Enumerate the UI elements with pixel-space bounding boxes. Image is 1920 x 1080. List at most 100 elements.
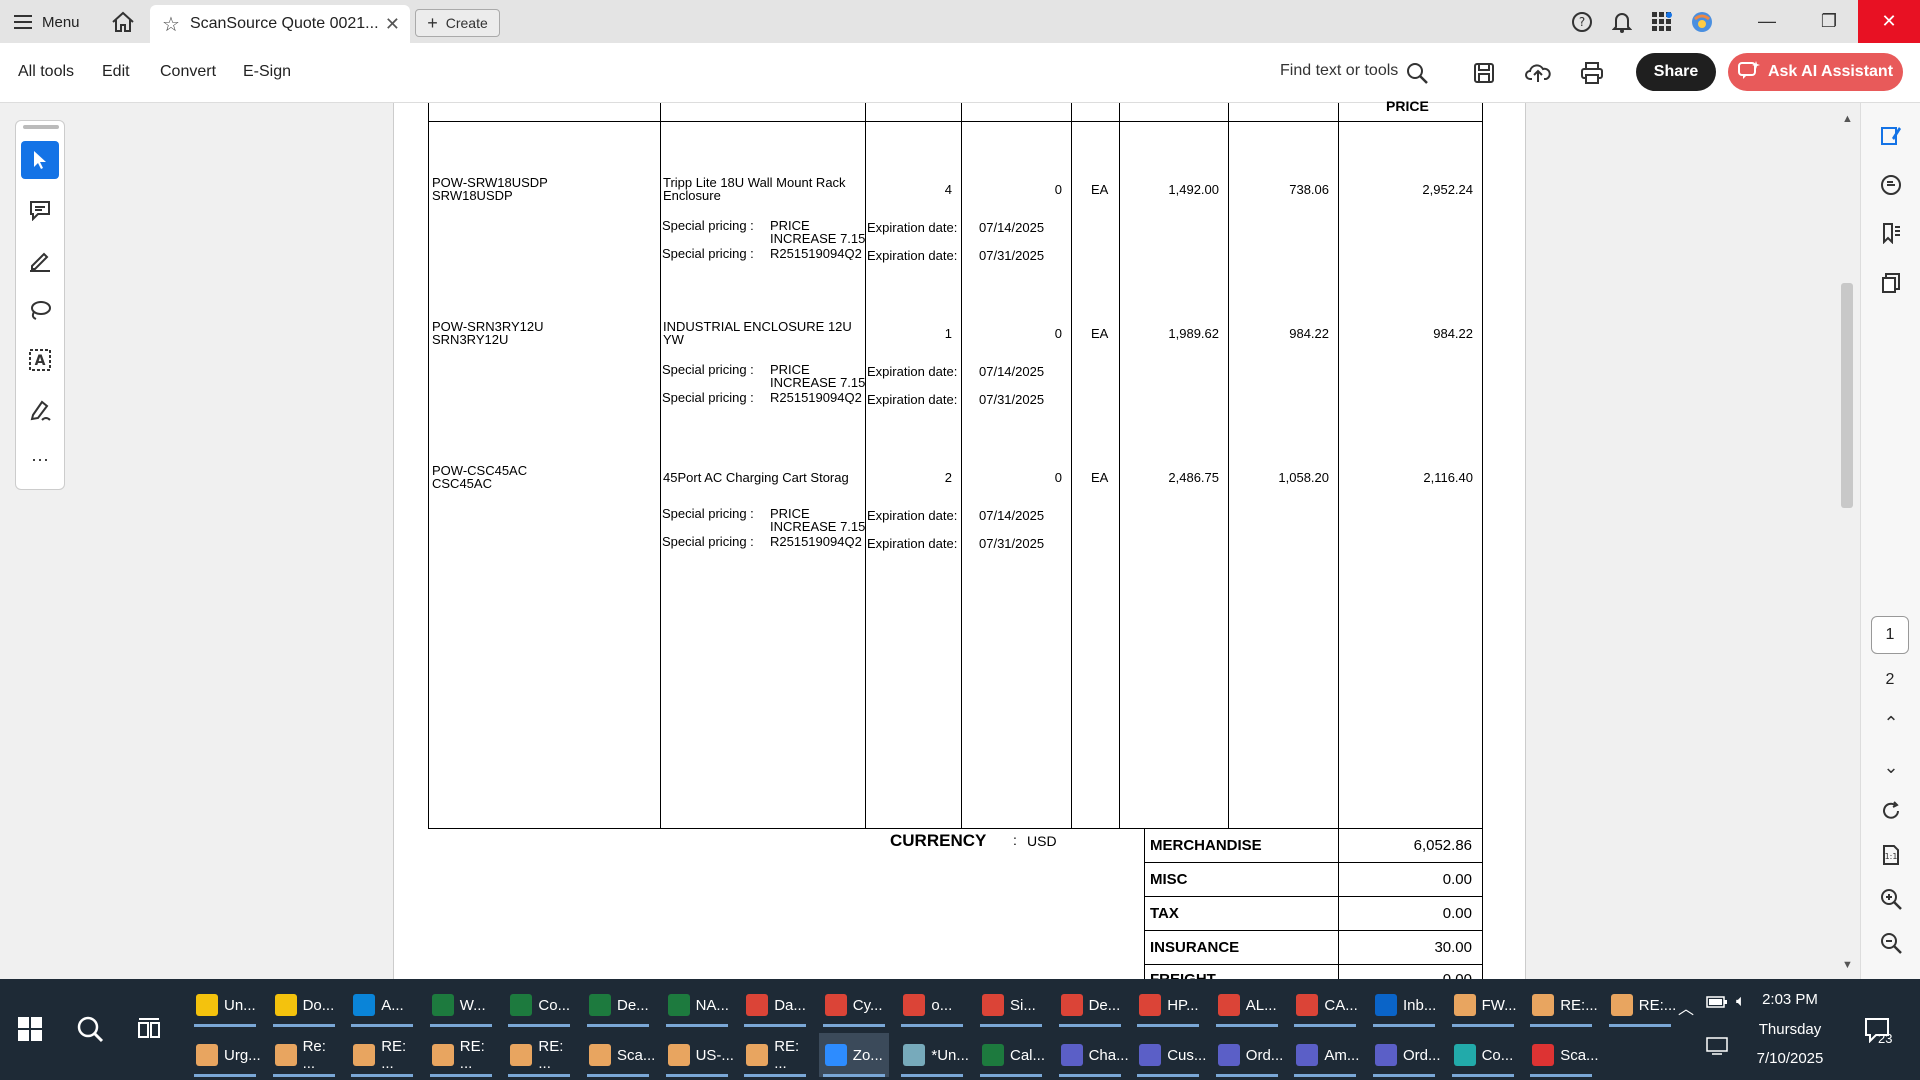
create-button[interactable]: + Create (415, 9, 500, 37)
all-tools-menu[interactable]: All tools (18, 63, 74, 81)
taskbar-app-label: Co... (1481, 1046, 1514, 1064)
comments-panel-icon[interactable] (1875, 169, 1907, 201)
taskbar-app-button[interactable]: Am... (1290, 1033, 1360, 1077)
home-icon[interactable] (110, 10, 136, 34)
clock-time[interactable]: 2:03 PM (1740, 991, 1840, 1008)
taskbar-app-button[interactable]: Cal... (976, 1033, 1046, 1077)
profile-avatar-icon[interactable] (1690, 10, 1714, 34)
taskbar-app-button[interactable]: Un... (190, 983, 260, 1027)
help-icon[interactable]: ? (1570, 10, 1594, 34)
taskbar-app-button[interactable]: RE:... (1526, 983, 1598, 1027)
taskbar-app-button[interactable]: Sca... (583, 1033, 655, 1077)
page-thumbnails-icon[interactable] (1875, 267, 1907, 299)
taskbar-app-button[interactable]: US-... (662, 1033, 734, 1077)
previous-page-icon[interactable]: ⌃ (1875, 707, 1907, 739)
esign-menu[interactable]: E-Sign (243, 63, 291, 81)
taskbar-app-button[interactable]: RE: ... (504, 1033, 574, 1077)
taskbar-app-button[interactable]: AL... (1212, 983, 1282, 1027)
taskbar-app-button[interactable]: RE: ... (347, 1033, 417, 1077)
highlight-pen-icon[interactable] (21, 241, 59, 279)
scroll-thumb[interactable] (1841, 283, 1853, 508)
taskbar-app-button[interactable]: Co... (504, 983, 574, 1027)
taskbar-app-button[interactable]: Cy... (819, 983, 889, 1027)
edit-menu[interactable]: Edit (102, 63, 130, 81)
minimize-icon[interactable]: — (1736, 0, 1798, 43)
close-tab-icon[interactable]: ✕ (385, 14, 400, 35)
sign-pen-icon[interactable] (21, 391, 59, 429)
convert-menu[interactable]: Convert (160, 63, 216, 81)
action-center-button[interactable]: 23 (1864, 1017, 1894, 1047)
taskbar-app-button[interactable]: Ord... (1212, 1033, 1283, 1077)
menu-button[interactable]: Menu (14, 8, 80, 36)
taskbar-app-button[interactable]: FW... (1448, 983, 1518, 1027)
taskbar-app-button[interactable]: W... (426, 983, 496, 1027)
lasso-draw-icon[interactable] (21, 291, 59, 329)
restore-icon[interactable]: ❐ (1798, 0, 1860, 43)
edit-pdf-icon[interactable] (1875, 119, 1907, 151)
taskbar-app-button[interactable]: Inb... (1369, 983, 1439, 1027)
taskbar-app-button[interactable]: De... (1055, 983, 1125, 1027)
taskbar-app-button[interactable]: Si... (976, 983, 1046, 1027)
star-icon[interactable]: ☆ (162, 12, 180, 37)
select-tool-icon[interactable] (21, 141, 59, 179)
taskbar-app-button[interactable]: RE:... (1605, 983, 1676, 1027)
task-view-icon[interactable] (137, 1017, 161, 1046)
taskbar-app-button[interactable]: NA... (662, 983, 732, 1027)
page-1-button[interactable]: 1 (1871, 616, 1909, 654)
find-text-label[interactable]: Find text or tools (1280, 62, 1398, 80)
taskbar-app-label: Do... (302, 996, 335, 1014)
comment-tool-icon[interactable] (21, 191, 59, 229)
vertical-scrollbar[interactable]: ▲ ▼ (1838, 103, 1856, 979)
bell-icon[interactable] (1610, 10, 1634, 34)
taskbar-app-button[interactable]: De... (583, 983, 653, 1027)
scroll-down-icon[interactable]: ▼ (1842, 959, 1853, 971)
page-fit-icon[interactable]: 1:1 (1875, 839, 1907, 871)
clock-day[interactable]: Thursday (1740, 1021, 1840, 1038)
taskbar-app-button[interactable]: Re: ... (269, 1033, 339, 1077)
taskbar-app-button[interactable]: RE: ... (426, 1033, 496, 1077)
taskbar-app-button[interactable]: Urg... (190, 1033, 261, 1077)
taskbar-app-button[interactable]: Zo... (818, 1033, 889, 1077)
taskbar-app-button[interactable]: A... (347, 983, 417, 1027)
taskbar-app-label: Sca... (1560, 1046, 1599, 1064)
taskbar-app-button[interactable]: HP... (1133, 983, 1203, 1027)
taskbar-app-button[interactable]: Cus... (1133, 1033, 1206, 1077)
show-hidden-icons-icon[interactable]: ︿ (1678, 995, 1694, 1019)
taskbar-app-button[interactable]: o... (897, 983, 967, 1027)
text-box-icon[interactable]: A (21, 341, 59, 379)
bookmarks-icon[interactable] (1875, 217, 1907, 249)
search-icon[interactable] (76, 1015, 104, 1048)
taskbar-app-button[interactable]: Cha... (1055, 1033, 1129, 1077)
taskbar-app-button[interactable]: RE: ... (740, 1033, 810, 1077)
page-2-button[interactable]: 2 (1871, 661, 1909, 699)
taskbar-app-button[interactable]: Co... (1448, 1033, 1518, 1077)
apps-grid-icon[interactable] (1650, 10, 1674, 34)
print-icon[interactable] (1579, 60, 1605, 86)
search-icon[interactable] (1404, 60, 1430, 86)
zoom-in-icon[interactable] (1875, 883, 1907, 915)
share-button[interactable]: Share (1636, 53, 1716, 91)
cloud-upload-icon[interactable] (1525, 60, 1551, 86)
document-tab[interactable]: ☆ ScanSource Quote 0021... ✕ (150, 5, 410, 43)
clock-date[interactable]: 7/10/2025 (1740, 1050, 1840, 1067)
save-icon[interactable] (1471, 60, 1497, 86)
taskbar-app-button[interactable]: Ord... (1369, 1033, 1441, 1077)
taskbar-app-button[interactable]: Do... (269, 983, 339, 1027)
rotate-icon[interactable] (1875, 795, 1907, 827)
taskbar-app-button[interactable]: Sca... (1526, 1033, 1599, 1077)
windows-start-icon[interactable] (18, 1017, 42, 1041)
scroll-up-icon[interactable]: ▲ (1842, 113, 1853, 125)
close-window-icon[interactable]: ✕ (1858, 0, 1920, 43)
taskbar-app-button[interactable]: CA... (1290, 983, 1360, 1027)
misc-value: 0.00 (1442, 871, 1472, 888)
more-tools-icon[interactable]: ⋯ (21, 441, 59, 479)
next-page-icon[interactable]: ⌄ (1875, 751, 1907, 783)
zoom-out-icon[interactable] (1875, 927, 1907, 959)
drag-handle[interactable] (23, 125, 59, 129)
battery-icon[interactable] (1706, 995, 1728, 1014)
notification-count: 23 (1878, 1031, 1893, 1046)
taskbar-app-button[interactable]: *Un... (897, 1033, 969, 1077)
network-icon[interactable] (1706, 1037, 1728, 1060)
taskbar-app-button[interactable]: Da... (740, 983, 810, 1027)
ask-ai-assistant-button[interactable]: Ask AI Assistant (1728, 53, 1903, 91)
